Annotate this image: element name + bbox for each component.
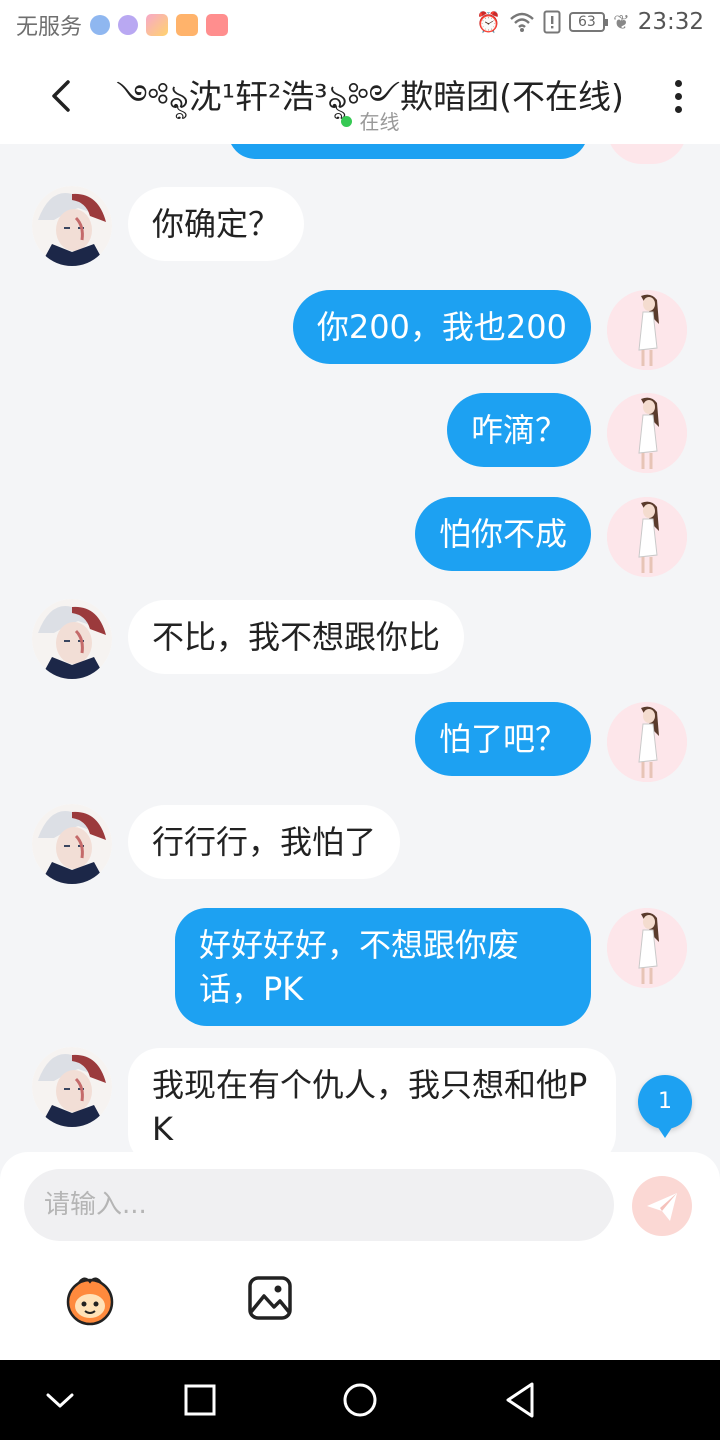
home-icon[interactable]	[338, 1378, 382, 1422]
browser-app-icon	[90, 15, 111, 35]
my-avatar-image	[607, 908, 687, 988]
image-button[interactable]	[246, 1274, 294, 1322]
hide-keyboard-icon[interactable]	[38, 1378, 82, 1422]
contact-avatar-image	[32, 599, 112, 679]
chat-header: ༺ৡ沈¹轩²浩³ৡ༻欺暗团(不在线) 在线	[0, 50, 720, 144]
outgoing-message-bubble[interactable]: 好好好好，不想跟你废话，PK	[175, 908, 591, 1026]
more-dot	[674, 93, 682, 100]
leaf-icon: ❦	[612, 10, 630, 34]
my-avatar-image	[607, 497, 687, 577]
store-app-icon	[146, 14, 169, 36]
emoji-button[interactable]	[60, 1272, 120, 1326]
huawei-app-icon	[206, 14, 229, 36]
outgoing-message-bubble[interactable]: 怕了吧？	[414, 702, 591, 776]
message-list[interactable]: 你确定？ 你200，我也200 咋滴？ 怕你不成 不比，我不想跟你比 怕了吧？ …	[0, 144, 720, 1156]
sim-alert-icon	[543, 10, 561, 34]
more-options-button[interactable]	[672, 80, 684, 116]
outgoing-message-bubble[interactable]: 怕你不成	[414, 497, 591, 571]
outgoing-message-bubble[interactable]: 咋滴？	[446, 393, 591, 467]
my-avatar[interactable]	[607, 290, 687, 370]
unread-count-badge[interactable]: 1	[638, 1075, 692, 1138]
battery-indicator: 63	[568, 12, 608, 32]
more-dot	[674, 80, 682, 87]
message-input[interactable]	[24, 1169, 614, 1241]
incoming-message-bubble[interactable]: 行行行，我怕了	[128, 805, 401, 879]
contact-avatar[interactable]	[32, 599, 112, 679]
incoming-message-bubble[interactable]: 不比，我不想跟你比	[128, 600, 465, 674]
recent-apps-icon[interactable]	[178, 1378, 222, 1422]
contact-avatar-image	[32, 1047, 112, 1127]
my-avatar-image	[607, 702, 687, 782]
back-nav-icon[interactable]	[498, 1378, 542, 1422]
online-dot-icon	[340, 116, 352, 127]
status-bar: 无服务 ⏰ 63 ❦ 23:32	[0, 0, 720, 50]
presence-label: 在线	[359, 110, 400, 134]
incoming-message-bubble[interactable]: 你确定？	[128, 187, 305, 261]
music-app-icon	[118, 15, 139, 35]
my-avatar[interactable]	[607, 497, 687, 577]
send-icon	[647, 1193, 677, 1221]
outgoing-message-bubble[interactable]: 你200，我也200	[292, 290, 591, 364]
composer	[0, 1152, 720, 1360]
send-button[interactable]	[632, 1176, 692, 1236]
more-dot	[674, 106, 682, 113]
contact-avatar[interactable]	[32, 186, 112, 266]
my-avatar[interactable]	[607, 908, 687, 988]
status-right: ⏰ 63 ❦ 23:32	[476, 9, 704, 35]
carrier-label: 无服务	[16, 15, 83, 40]
contact-avatar[interactable]	[32, 1047, 112, 1127]
wifi-icon	[510, 12, 534, 32]
my-avatar-partial	[607, 144, 687, 164]
contact-avatar-image	[32, 804, 112, 884]
status-left: 无服务	[16, 9, 229, 41]
my-avatar-image	[607, 393, 687, 473]
clock: 23:32	[637, 9, 704, 35]
alarm-icon: ⏰	[476, 10, 501, 34]
emoji-icon	[66, 1277, 114, 1326]
video-app-icon	[176, 14, 199, 36]
back-arrow-icon[interactable]	[42, 76, 82, 116]
incoming-message-bubble[interactable]: 我现在有个仇人，我只想和他PK	[128, 1048, 616, 1156]
my-avatar[interactable]	[607, 702, 687, 782]
contact-avatar-image	[32, 186, 112, 266]
contact-avatar[interactable]	[32, 804, 112, 884]
my-avatar[interactable]	[607, 393, 687, 473]
system-navigation-bar	[0, 1360, 720, 1440]
my-avatar-image	[607, 290, 687, 370]
presence-status: 在线	[90, 106, 650, 135]
image-icon	[248, 1276, 292, 1320]
outgoing-bubble-partial	[228, 144, 588, 159]
